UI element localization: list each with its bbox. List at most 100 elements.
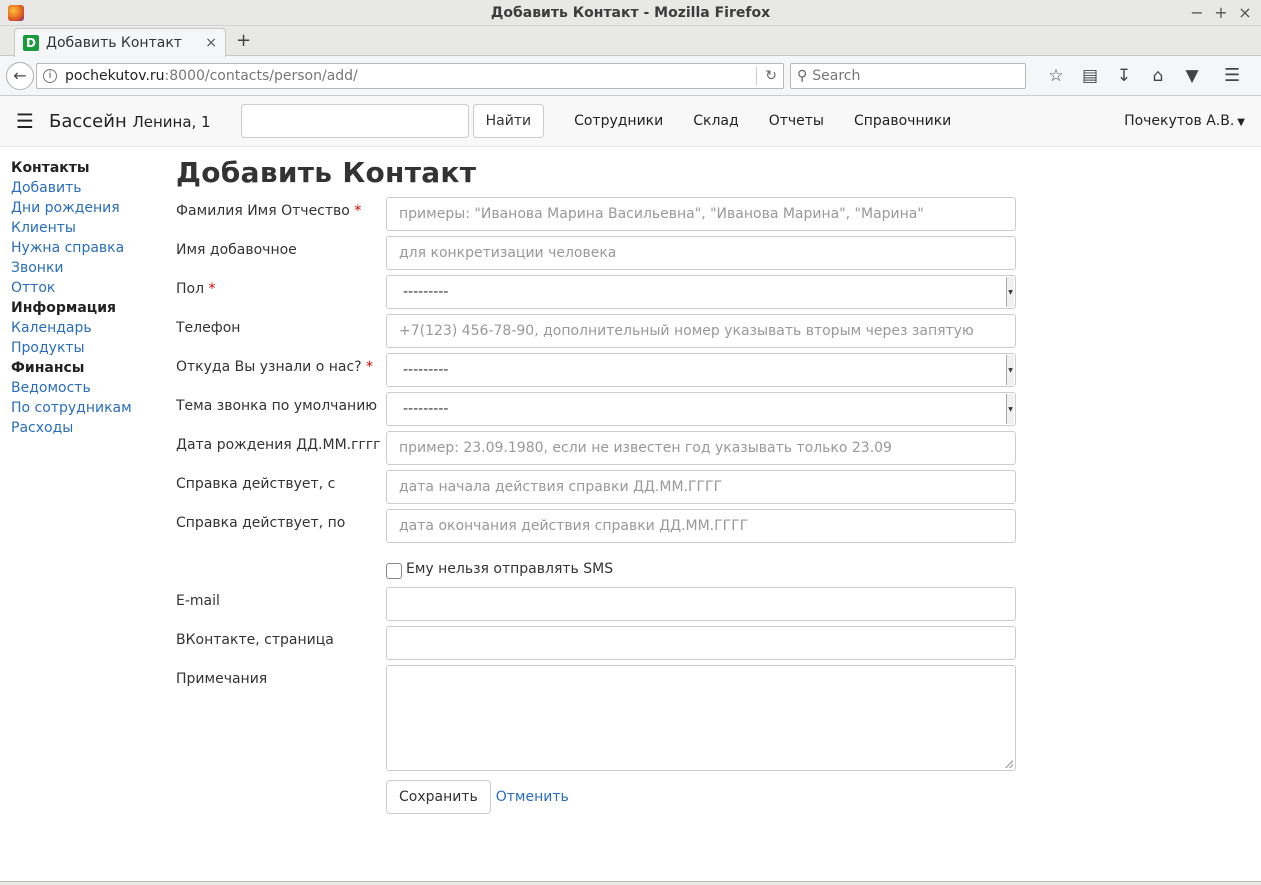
sidebar-item-birthdays[interactable]: Дни рождения — [11, 198, 161, 218]
nav-link-reports[interactable]: Отчеты — [754, 113, 839, 129]
sidebar-heading-finance: Финансы — [11, 360, 85, 376]
birthday-placeholder: пример: 23.09.1980, если не известен год… — [399, 440, 892, 456]
nav-link-staff[interactable]: Сотрудники — [559, 113, 678, 129]
source-select[interactable]: --------- ▼ — [386, 353, 1016, 387]
minimize-icon[interactable]: − — [1189, 0, 1205, 26]
sidebar-item-by-staff[interactable]: По сотрудникам — [11, 398, 161, 418]
brand-title: Бассейн — [49, 110, 127, 132]
window-controls: − + × — [1189, 0, 1253, 26]
cancel-link[interactable]: Отменить — [496, 789, 569, 805]
hamburger-icon[interactable]: ☰ — [16, 109, 36, 133]
fio-placeholder: примеры: "Иванова Марина Васильевна", "И… — [399, 206, 924, 222]
source-value: --------- — [403, 362, 449, 378]
phone-input[interactable]: +7(123) 456-78-90, дополнительный номер … — [386, 314, 1016, 348]
resize-grip-icon[interactable] — [1005, 760, 1013, 768]
form-row-name-extra: Имя добавочное для конкретизации человек… — [176, 236, 1021, 275]
sidebar-heading-info: Информация — [11, 300, 116, 316]
email-input[interactable] — [386, 587, 1016, 621]
form-row-vk: ВКонтакте, страница — [176, 626, 1021, 665]
maximize-icon[interactable]: + — [1213, 0, 1229, 26]
info-icon[interactable]: i — [43, 68, 57, 83]
select-arrow-icon: ▼ — [1006, 277, 1014, 307]
sidebar-item-products[interactable]: Продукты — [11, 338, 161, 358]
cert-to-input[interactable]: дата окончания действия справки ДД.ММ.ГГ… — [386, 509, 1016, 543]
form-row-cert-from: Справка действует, с дата начала действи… — [176, 470, 1021, 509]
form-row-fio: Фамилия Имя Отчество * примеры: "Иванова… — [176, 197, 1021, 236]
birthday-label: Дата рождения ДД.ММ.гггг — [176, 437, 381, 453]
cert-to-placeholder: дата окончания действия справки ДД.ММ.ГГ… — [399, 518, 749, 534]
sidebar-item-clients[interactable]: Клиенты — [11, 218, 161, 238]
pocket-icon[interactable]: ▼ — [1182, 66, 1202, 86]
required-mark: * — [354, 203, 362, 219]
call-topic-select[interactable]: --------- ▼ — [386, 392, 1016, 426]
new-tab-icon[interactable]: + — [236, 30, 251, 51]
menu-icon[interactable]: ☰ — [1224, 65, 1240, 86]
vk-label: ВКонтакте, страница — [176, 632, 334, 648]
search-placeholder: Search — [812, 67, 861, 84]
save-button[interactable]: Сохранить — [386, 780, 491, 814]
sidebar-item-need-certificate[interactable]: Нужна справка — [11, 238, 161, 258]
fio-label: Фамилия Имя Отчество * — [176, 197, 386, 219]
url-bar[interactable]: i pochekutov.ru:8000/contacts/person/add… — [36, 62, 784, 89]
user-name: Почекутов А.В. — [1124, 113, 1235, 129]
find-button[interactable]: Найти — [472, 104, 545, 138]
tab-close-icon[interactable]: × — [205, 35, 217, 51]
phone-placeholder: +7(123) 456-78-90, дополнительный номер … — [399, 323, 974, 339]
no-sms-label[interactable]: Ему нельзя отправлять SMS — [406, 561, 613, 577]
nav-link-directories[interactable]: Справочники — [839, 113, 966, 129]
form-row-birthday: Дата рождения ДД.ММ.гггг пример: 23.09.1… — [176, 431, 1021, 470]
no-sms-checkbox[interactable] — [386, 562, 402, 579]
caret-down-icon: ▼ — [1237, 117, 1245, 128]
site-nav-links: Сотрудники Склад Отчеты Справочники — [559, 113, 966, 129]
form-row-no-sms: Ему нельзя отправлять SMS — [176, 548, 1021, 587]
reload-icon[interactable]: ↻ — [765, 68, 777, 84]
search-icon: ⚲ — [797, 67, 808, 84]
notes-textarea[interactable] — [386, 665, 1016, 771]
sidebar-item-add[interactable]: Добавить — [11, 178, 161, 198]
site-search-input[interactable] — [240, 104, 469, 138]
vk-input[interactable] — [386, 626, 1016, 660]
sidebar-item-calendar[interactable]: Календарь — [11, 318, 161, 338]
bookmark-star-icon[interactable]: ☆ — [1046, 66, 1066, 86]
user-menu[interactable]: Почекутов А.В. ▼ — [1124, 113, 1245, 129]
site-brand[interactable]: Бассейн Ленина, 1 — [49, 111, 211, 132]
fio-input[interactable]: примеры: "Иванова Марина Васильевна", "И… — [386, 197, 1016, 231]
gender-select[interactable]: --------- ▼ — [386, 275, 1016, 309]
name-extra-input[interactable]: для конкретизации человека — [386, 236, 1016, 270]
sidebar: Контакты Добавить Дни рождения Клиенты Н… — [11, 158, 161, 438]
window-title: Добавить Контакт - Mozilla Firefox — [490, 5, 771, 21]
cert-from-label: Справка действует, с — [176, 476, 336, 492]
toolbar-icons: ☆ ▤ ↧ ⌂ ▼ — [1046, 66, 1202, 86]
url-host: pochekutov.ru — [65, 67, 165, 84]
brand-subtitle: Ленина, 1 — [132, 112, 211, 131]
browser-navbar: ← i pochekutov.ru:8000/contacts/person/a… — [0, 56, 1261, 96]
browser-tab[interactable]: D Добавить Контакт × — [14, 28, 226, 57]
form-row-call-topic: Тема звонка по умолчанию --------- ▼ — [176, 392, 1021, 431]
cert-from-input[interactable]: дата начала действия справки ДД.ММ.ГГГГ — [386, 470, 1016, 504]
form-row-source: Откуда Вы узнали о нас? * --------- ▼ — [176, 353, 1021, 392]
gender-label: Пол * — [176, 275, 386, 297]
gender-label-text: Пол — [176, 281, 205, 297]
sidebar-item-calls[interactable]: Звонки — [11, 258, 161, 278]
download-icon[interactable]: ↧ — [1114, 66, 1134, 86]
url-path: :8000/contacts/person/add/ — [164, 67, 358, 84]
nav-link-warehouse[interactable]: Склад — [678, 113, 753, 129]
sidebar-item-statement[interactable]: Ведомость — [11, 378, 161, 398]
sidebar-item-churn[interactable]: Отток — [11, 278, 161, 298]
cert-from-placeholder: дата начала действия справки ДД.ММ.ГГГГ — [399, 479, 723, 495]
site-navbar: ☰ Бассейн Ленина, 1 Найти Сотрудники Скл… — [0, 96, 1261, 147]
reading-list-icon[interactable]: ▤ — [1080, 66, 1100, 86]
back-icon[interactable]: ← — [6, 61, 34, 90]
home-icon[interactable]: ⌂ — [1148, 66, 1168, 86]
phone-label: Телефон — [176, 320, 241, 336]
birthday-input[interactable]: пример: 23.09.1980, если не известен год… — [386, 431, 1016, 465]
sidebar-heading-contacts: Контакты — [11, 160, 90, 176]
form-row-cert-to: Справка действует, по дата окончания дей… — [176, 509, 1021, 548]
search-bar[interactable]: ⚲ Search — [790, 62, 1026, 89]
site-favicon-icon: D — [23, 35, 39, 51]
form-row-phone: Телефон +7(123) 456-78-90, дополнительны… — [176, 314, 1021, 353]
email-label: E-mail — [176, 593, 220, 609]
close-icon[interactable]: × — [1237, 0, 1253, 26]
call-topic-value: --------- — [403, 401, 449, 417]
sidebar-item-expenses[interactable]: Расходы — [11, 418, 161, 438]
